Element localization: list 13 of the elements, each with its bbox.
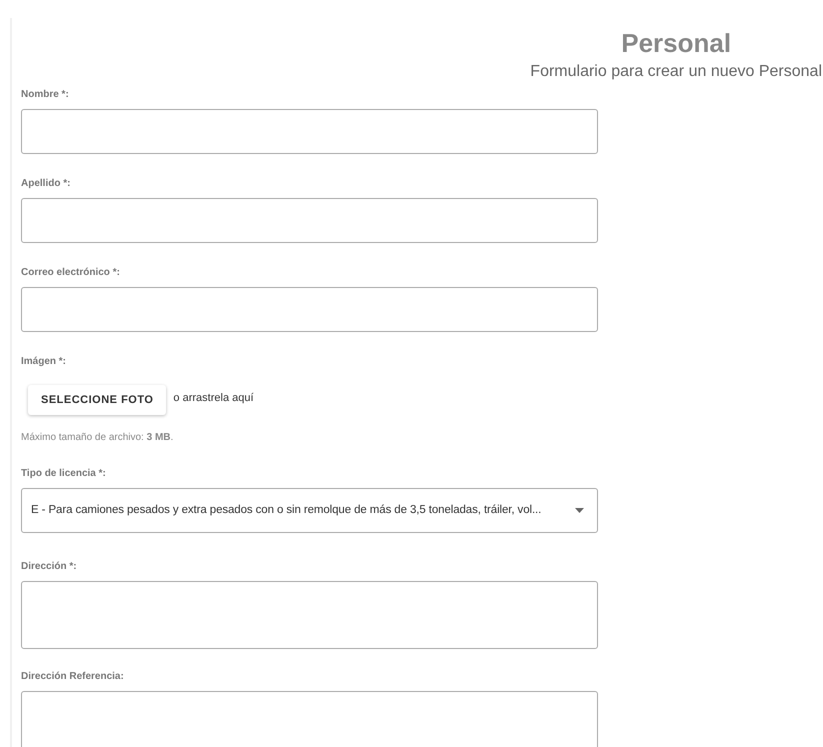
select-field[interactable]: E - Para camiones pesados y extra pesados con o sin remolque de más de 3,5 toneladas, tráiler, vol...	[21, 488, 598, 533]
field-label: Imágen *:	[21, 355, 66, 368]
page-title: Personal	[621, 27, 732, 60]
select-photo-button[interactable]: SELECCIONE FOTO	[28, 385, 166, 415]
field-label: Correo electrónico *:	[21, 266, 120, 279]
field-label: Tipo de licencia *:	[21, 467, 106, 480]
field-label: Nombre *:	[21, 88, 69, 101]
drop-hint: o arrastrela aquí	[173, 390, 254, 406]
page-subtitle: Formulario para crear un nuevo Personal	[530, 62, 822, 82]
field-label: Dirección Referencia:	[21, 670, 124, 683]
file-size-note: Máximo tamaño de archivo: 3 MB.	[21, 431, 174, 445]
field-label: Apellido *:	[21, 177, 70, 190]
field-label: Dirección *:	[21, 560, 77, 573]
